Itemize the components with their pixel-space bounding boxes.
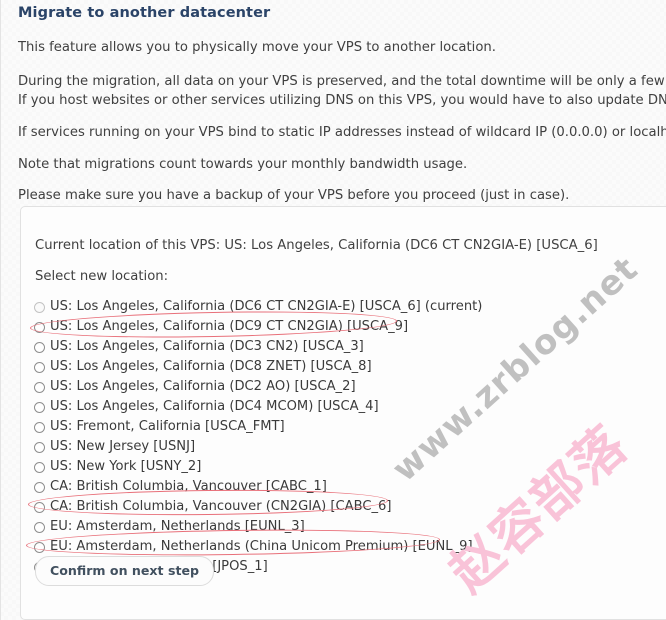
select-new-location-label: Select new location: xyxy=(35,269,169,284)
location-radio-group[interactable]: US: Los Angeles, California (DC6 CT CN2G… xyxy=(34,297,482,577)
location-radio-row[interactable]: CA: British Columbia, Vancouver [CABC_1] xyxy=(34,477,482,497)
location-radio-row[interactable]: EU: Amsterdam, Netherlands [EUNL_3] xyxy=(34,517,482,537)
backup-warning-paragraph: Please make sure you have a backup of yo… xyxy=(18,188,570,203)
location-radio-row[interactable]: CA: British Columbia, Vancouver (CN2GIA)… xyxy=(34,497,482,517)
current-location-text: Current location of this VPS: US: Los An… xyxy=(35,238,598,253)
radio-button-icon[interactable] xyxy=(34,361,45,373)
location-radio-row[interactable]: US: Los Angeles, California (DC8 ZNET) [… xyxy=(34,357,482,377)
location-radio-label: EU: Amsterdam, Netherlands [EUNL_3] xyxy=(50,519,305,534)
location-radio-label: US: Los Angeles, California (DC8 ZNET) [… xyxy=(50,359,372,374)
radio-button-icon[interactable] xyxy=(34,401,45,413)
bandwidth-note-paragraph: Note that migrations count towards your … xyxy=(18,157,468,172)
static-ip-paragraph: If services running on your VPS bind to … xyxy=(18,125,666,140)
location-radio-row[interactable]: US: Los Angeles, California (DC6 CT CN2G… xyxy=(34,297,482,317)
radio-button-icon[interactable] xyxy=(34,461,45,473)
radio-button-icon[interactable] xyxy=(34,481,45,493)
radio-button-icon[interactable] xyxy=(34,541,45,553)
radio-button-icon[interactable] xyxy=(34,301,45,313)
radio-button-icon[interactable] xyxy=(34,521,45,533)
radio-button-icon[interactable] xyxy=(34,321,45,333)
radio-button-icon[interactable] xyxy=(34,341,45,353)
radio-button-icon[interactable] xyxy=(34,501,45,513)
page-root: Migrate to another datacenter This featu… xyxy=(0,0,666,620)
location-radio-row[interactable]: US: New York [USNY_2] xyxy=(34,457,482,477)
location-radio-row[interactable]: US: Los Angeles, California (DC3 CN2) [U… xyxy=(34,337,482,357)
location-radio-row[interactable]: EU: Amsterdam, Netherlands (China Unicom… xyxy=(34,537,482,557)
location-radio-label: US: New Jersey [USNJ] xyxy=(50,439,196,454)
location-radio-row[interactable]: US: Los Angeles, California (DC2 AO) [US… xyxy=(34,377,482,397)
location-radio-label: US: New York [USNY_2] xyxy=(50,459,202,474)
location-radio-row[interactable]: US: Los Angeles, California (DC9 CT CN2G… xyxy=(34,317,482,337)
location-radio-label: US: Fremont, California [USCA_FMT] xyxy=(50,419,285,434)
radio-button-icon[interactable] xyxy=(34,421,45,433)
migration-downtime-paragraph: During the migration, all data on your V… xyxy=(18,74,666,89)
location-radio-label: CA: British Columbia, Vancouver [CABC_1] xyxy=(50,479,327,494)
radio-button-icon[interactable] xyxy=(34,381,45,393)
confirm-on-next-step-button[interactable]: Confirm on next step xyxy=(35,556,215,586)
location-radio-row[interactable]: US: New Jersey [USNJ] xyxy=(34,437,482,457)
location-radio-label: US: Los Angeles, California (DC6 CT CN2G… xyxy=(50,299,483,314)
location-radio-label: US: Los Angeles, California (DC2 AO) [US… xyxy=(50,379,356,394)
location-radio-label: US: Los Angeles, California (DC4 MCOM) [… xyxy=(50,399,379,414)
page-left-rule xyxy=(0,0,1,620)
radio-button-icon[interactable] xyxy=(34,441,45,453)
page-title: Migrate to another datacenter xyxy=(18,5,271,21)
location-radio-row[interactable]: US: Fremont, California [USCA_FMT] xyxy=(34,417,482,437)
location-radio-label: EU: Amsterdam, Netherlands (China Unicom… xyxy=(50,539,473,554)
migration-form-panel: Current location of this VPS: US: Los An… xyxy=(20,206,666,620)
location-radio-label: US: Los Angeles, California (DC9 CT CN2G… xyxy=(50,319,409,334)
location-radio-row[interactable]: US: Los Angeles, California (DC4 MCOM) [… xyxy=(34,397,482,417)
location-radio-label: US: Los Angeles, California (DC3 CN2) [U… xyxy=(50,339,364,354)
intro-paragraph: This feature allows you to physically mo… xyxy=(18,40,496,55)
location-radio-label: CA: British Columbia, Vancouver (CN2GIA)… xyxy=(50,499,392,514)
dns-records-paragraph: If you host websites or other services u… xyxy=(18,93,666,108)
